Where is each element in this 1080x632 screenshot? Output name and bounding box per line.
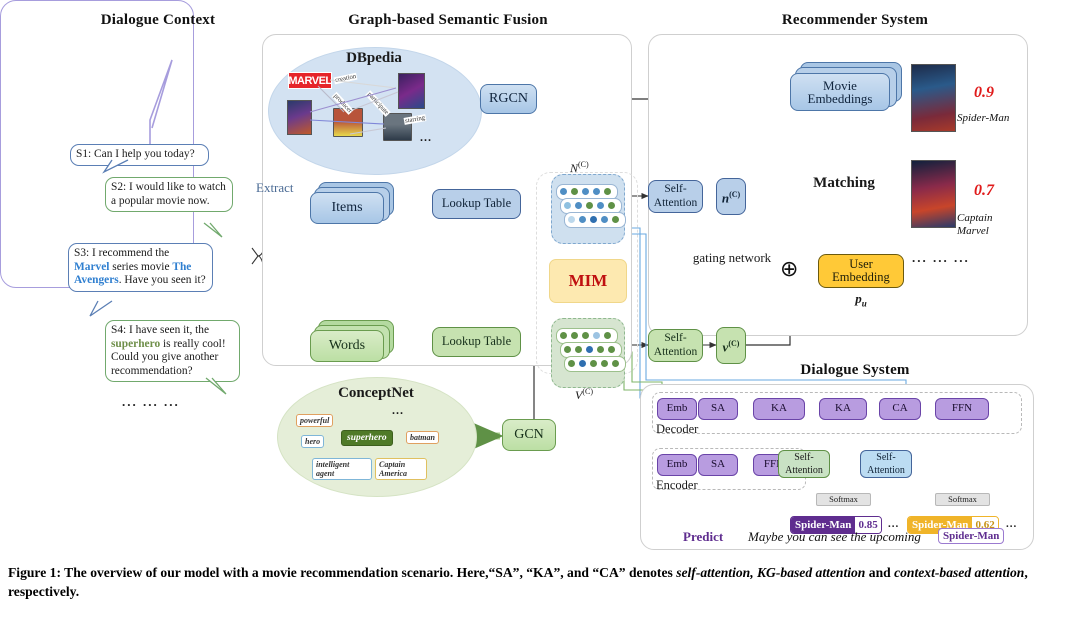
dialogue-self-attention-green: Self-Attention bbox=[778, 450, 830, 478]
dialogue-turn-s4: S4: I have seen it, the superhero is rea… bbox=[105, 320, 240, 383]
encoder-label: Encoder bbox=[656, 478, 698, 492]
lookup-table-items: Lookup Table bbox=[432, 189, 521, 219]
v-c-superscript: (C) bbox=[582, 387, 594, 396]
gating-network-label: gating network bbox=[686, 250, 778, 265]
n-vector-node: n(C) bbox=[716, 178, 746, 215]
poster-spider-man bbox=[911, 64, 956, 132]
gating-network-text: gating network bbox=[692, 250, 772, 265]
user-embedding-node: User Embedding bbox=[818, 254, 904, 288]
predict-token: Spider-Man bbox=[938, 528, 1005, 544]
header-dialogue-context: Dialogue Context bbox=[100, 12, 216, 28]
predict-sentence: Maybe you can see the upcoming bbox=[748, 529, 921, 544]
dialogue-turn-s1: S1: Can I help you today? bbox=[70, 144, 209, 166]
dialogue-self-attention-blue: Self-Attention bbox=[860, 450, 912, 478]
encoder-block-sa: SA bbox=[698, 454, 738, 476]
decoder-block-ka-2: KA bbox=[819, 398, 867, 420]
user-embedding-label: User Embedding bbox=[832, 256, 890, 284]
header-dialogue-system: Dialogue System bbox=[800, 362, 910, 378]
concept-node-batman: batman bbox=[406, 431, 439, 444]
dialogue-turn-s2: S2: I would like to watch a popular movi… bbox=[105, 177, 233, 213]
figure-caption: Figure 1: The overview of our model with… bbox=[8, 563, 1070, 601]
score-captain-marvel: 0.7 bbox=[974, 182, 994, 199]
decoder-label: Decoder bbox=[656, 422, 699, 436]
s3-pre: S3: I recommend the bbox=[74, 247, 170, 259]
v-vector-node: v(C) bbox=[716, 327, 746, 364]
concept-label-captain-america: Captain America bbox=[379, 460, 407, 478]
extract-label: Extract bbox=[256, 180, 294, 195]
self-attention-words: Self-Attention bbox=[648, 329, 703, 362]
caption-mid: and bbox=[865, 565, 895, 580]
s3-keyword-marvel: Marvel bbox=[74, 260, 110, 273]
decoder-block-ka-1: KA bbox=[753, 398, 805, 420]
words-node: Words bbox=[310, 330, 384, 362]
concept-node-hero: hero bbox=[301, 435, 325, 448]
gating-plus-icon: ⊕ bbox=[780, 256, 799, 281]
header-recommender-system: Recommender System bbox=[781, 12, 929, 28]
n-c-superscript: (C) bbox=[578, 160, 589, 169]
n-vector-sup: (C) bbox=[729, 190, 741, 200]
caption-prefix: Figure 1: The overview of our model with… bbox=[8, 565, 677, 580]
caption-italic-1: self-attention, KG-based attention bbox=[676, 565, 866, 580]
rgcn-node: RGCN bbox=[480, 84, 537, 114]
dialogue-self-attention-green-label: Self-Attention bbox=[785, 451, 823, 477]
predict-label: Predict bbox=[683, 529, 724, 544]
dialogue-ellipsis: ... ... ... bbox=[122, 394, 180, 409]
concept-node-superhero: superhero bbox=[341, 430, 393, 446]
self-attention-words-label: Self-Attention bbox=[653, 332, 698, 358]
encoder-block-emb: Emb bbox=[657, 454, 697, 476]
n-c-letter: N bbox=[570, 161, 579, 175]
conceptnet-title: ConceptNet bbox=[338, 385, 414, 401]
concept-label-intelligent-agent: intelligent agent bbox=[316, 460, 350, 478]
items-node: Items bbox=[310, 192, 384, 224]
title-spider-man: Spider-Man bbox=[957, 112, 1010, 124]
mim-node: MIM bbox=[549, 259, 627, 303]
poster-guardians-kg bbox=[398, 73, 425, 109]
s4-keyword-superhero: superhero bbox=[111, 337, 161, 350]
lookup-table-words: Lookup Table bbox=[432, 327, 521, 357]
self-attention-items: Self-Attention bbox=[648, 180, 703, 213]
concept-node-powerful: powerful bbox=[296, 414, 334, 427]
decoder-block-ffn: FFN bbox=[935, 398, 989, 420]
dialogue-turn-s3: S3: I recommend the Marvel series movie … bbox=[68, 243, 213, 292]
s3-mid: series movie bbox=[109, 260, 173, 273]
matching-label: Matching bbox=[813, 175, 875, 191]
marvel-logo: MARVEL bbox=[288, 72, 332, 89]
poster-avengers-kg bbox=[287, 100, 312, 135]
softmax-right: Softmax bbox=[935, 493, 990, 506]
poster-captain-marvel bbox=[911, 160, 956, 228]
p-u-subscript: u bbox=[861, 298, 867, 309]
dbpedia-title: DBpedia bbox=[346, 50, 402, 66]
softmax-left: Softmax bbox=[816, 493, 871, 506]
decoder-block-ca: CA bbox=[879, 398, 921, 420]
dbpedia-ellipsis: ... bbox=[420, 130, 432, 144]
output-right-ellipsis: ... bbox=[1006, 518, 1018, 530]
v-c-label: V(C) bbox=[575, 387, 593, 403]
concept-node-intelligent-agent: intelligent agent bbox=[312, 458, 372, 480]
decoder-block-sa: SA bbox=[698, 398, 738, 420]
concept-node-captain-america: Captain America bbox=[375, 458, 427, 480]
gcn-node: GCN bbox=[502, 419, 556, 451]
movie-embeddings-label: Movie Embeddings bbox=[807, 77, 873, 106]
self-attention-items-label: Self-Attention bbox=[653, 183, 698, 209]
decoder-block-emb: Emb bbox=[657, 398, 697, 420]
recommender-ellipsis: ... ... ... bbox=[912, 250, 970, 265]
s4-pre: S4: I have seen it, the bbox=[111, 324, 210, 336]
s3-post: . Have you seen it? bbox=[118, 274, 206, 287]
caption-italic-2: context-based attention bbox=[894, 565, 1025, 580]
header-graph-fusion: Graph-based Semantic Fusion bbox=[348, 12, 548, 28]
movie-embeddings-node: Movie Embeddings bbox=[790, 73, 890, 111]
v-vector-sup: (C) bbox=[728, 339, 740, 349]
score-spider-man: 0.9 bbox=[974, 84, 994, 101]
conceptnet-ellipsis: ... bbox=[392, 403, 404, 417]
title-captain-marvel: Captain Marvel bbox=[957, 212, 993, 237]
dialogue-self-attention-blue-label: Self-Attention bbox=[867, 451, 905, 477]
p-u-label: pu bbox=[818, 291, 904, 309]
n-vector-letter: n bbox=[721, 190, 730, 206]
